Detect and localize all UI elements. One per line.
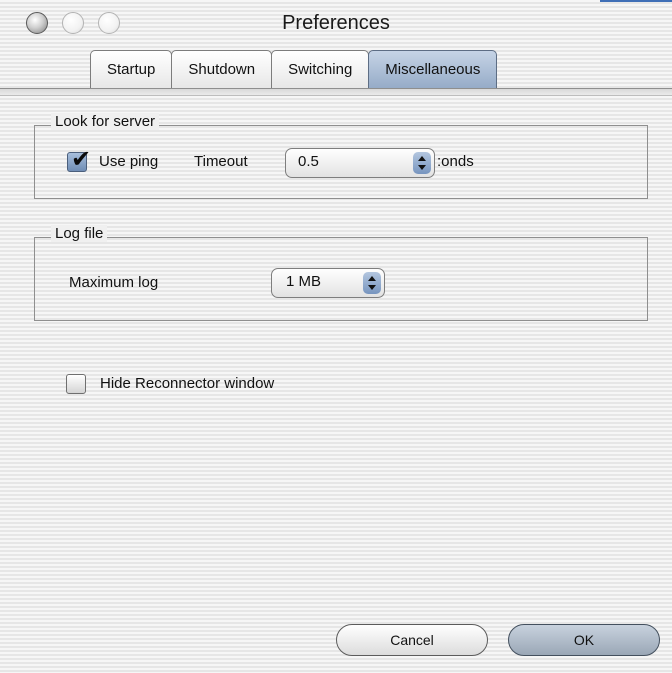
look-for-server-group: Look for server ✔ Use ping Timeout 0.5 :… — [34, 113, 648, 199]
preferences-window: Preferences Startup Shutdown Switching M… — [0, 0, 672, 673]
tab-shutdown[interactable]: Shutdown — [171, 50, 273, 88]
hide-reconnector-label[interactable]: Hide Reconnector window — [100, 375, 274, 392]
use-ping-label[interactable]: Use ping — [99, 153, 158, 170]
log-file-title: Log file — [51, 225, 108, 242]
popup-arrows-icon — [413, 152, 431, 174]
use-ping-checkbox[interactable]: ✔ — [67, 146, 91, 173]
cancel-button[interactable]: Cancel — [336, 624, 488, 656]
title-bar[interactable]: Preferences — [0, 0, 672, 48]
checkmark-icon: ✔ — [71, 146, 92, 173]
timeout-value: 0.5 — [298, 153, 319, 170]
popup-arrows-icon — [363, 272, 381, 294]
log-file-group: Log file Maximum log 1 MB — [34, 225, 648, 321]
tab-bar: Startup Shutdown Switching Miscellaneous — [90, 50, 498, 90]
window-title: Preferences — [282, 12, 390, 34]
tab-miscellaneous[interactable]: Miscellaneous — [368, 50, 498, 90]
timeout-unit-label: :onds — [437, 153, 474, 170]
max-log-value: 1 MB — [286, 273, 322, 290]
max-log-popup[interactable]: 1 MB — [271, 268, 385, 298]
maximum-log-label: Maximum log — [69, 274, 159, 291]
title-bar-accent — [600, 0, 672, 2]
tab-switching[interactable]: Switching — [271, 50, 370, 88]
ok-button[interactable]: OK — [508, 624, 660, 656]
timeout-popup[interactable]: 0.5 — [285, 148, 435, 178]
look-for-server-title: Look for server — [51, 113, 160, 130]
tab-startup[interactable]: Startup — [90, 50, 173, 88]
hide-reconnector-checkbox[interactable] — [66, 374, 86, 394]
timeout-label: Timeout — [194, 153, 248, 170]
tab-divider — [0, 88, 672, 96]
